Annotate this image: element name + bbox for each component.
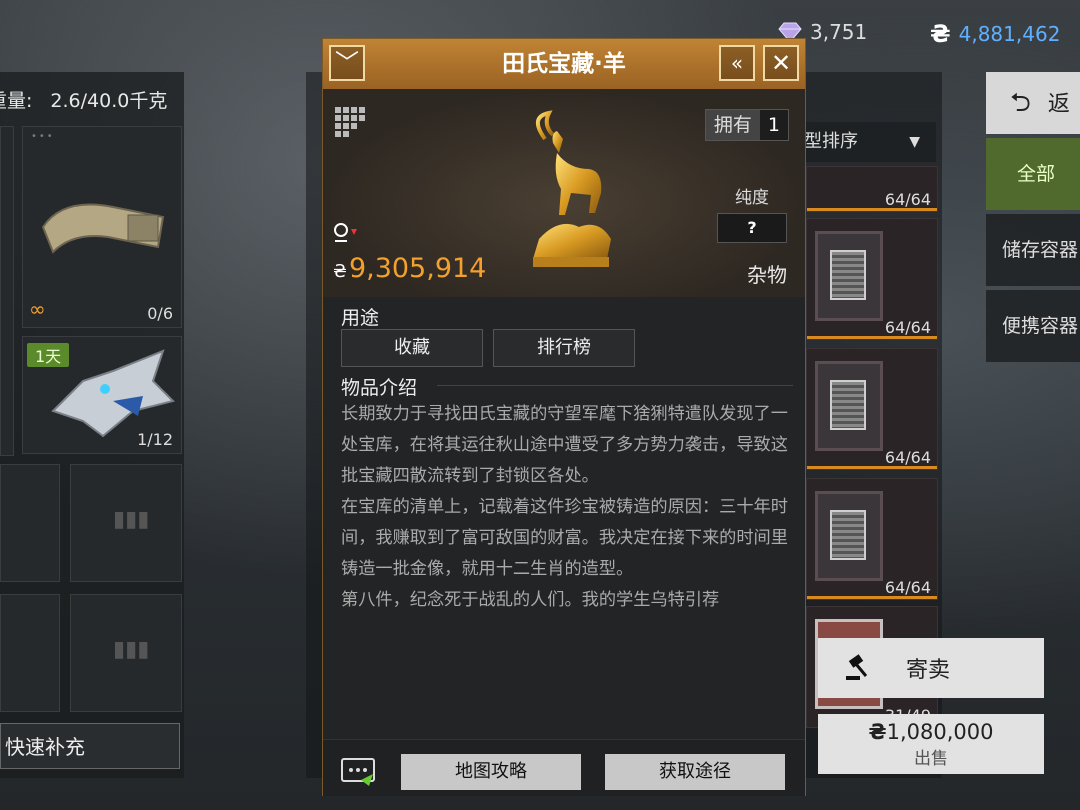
- owned-label: 拥有: [705, 110, 760, 140]
- slot-count: 0/6: [147, 304, 173, 323]
- close-icon: ✕: [770, 49, 792, 77]
- item-price: ₴9,305,914: [333, 253, 486, 284]
- sort-dropdown[interactable]: 按类型排序 ▼: [768, 122, 936, 162]
- owned-count: 拥有 1: [704, 109, 789, 141]
- coin-icon: ₴: [868, 720, 887, 744]
- golden-goat-statue-icon: [533, 110, 611, 267]
- tab-portable-container[interactable]: 便携容器: [986, 290, 1080, 362]
- crate-fill-bar: [807, 596, 937, 599]
- leaderboard-button[interactable]: 排行榜: [493, 329, 635, 367]
- previous-button[interactable]: «: [719, 45, 755, 81]
- item-description: 长期致力于寻找田氏宝藏的守望军麾下猞猁特遣队发现了一处宝库，在将其运往秋山途中遭…: [341, 399, 793, 673]
- sell-amount: ₴1,080,000: [818, 720, 1044, 744]
- intro-divider: [437, 385, 793, 386]
- crate-item[interactable]: 64/64: [806, 218, 938, 340]
- empty-slot[interactable]: [0, 594, 60, 712]
- tab-all[interactable]: 全部: [986, 138, 1080, 210]
- gear-slot-mech[interactable]: 1天 1/12: [22, 336, 182, 454]
- crate-icon: [815, 491, 883, 581]
- ammo-icon: ▮▮▮: [113, 507, 150, 532]
- item-detail-modal: ﹀ 田氏宝藏·羊 « ✕ 拥有 1 纯度 ? 杂物 ₴9,305,914 用途 …: [322, 38, 806, 796]
- consign-button[interactable]: 寄卖: [818, 638, 1044, 698]
- collect-button[interactable]: 收藏: [341, 329, 483, 367]
- tab-storage-container[interactable]: 储存容器: [986, 214, 1080, 286]
- quick-refill-button[interactable]: 快速补充: [0, 723, 180, 769]
- double-chevron-left-icon: «: [730, 51, 744, 75]
- coin-icon: ₴: [930, 20, 951, 48]
- weight-info: 重量: 2.6/40.0千克: [0, 86, 167, 113]
- share-chat-icon[interactable]: [341, 758, 375, 788]
- coin-amount: 4,881,462: [958, 22, 1061, 46]
- crate-icon: [815, 361, 883, 451]
- slot-count: 1/12: [137, 430, 173, 449]
- coin-icon: ₴: [333, 261, 347, 282]
- sell-amount-value: 1,080,000: [886, 720, 994, 744]
- map-guide-button[interactable]: 地图攻略: [401, 754, 581, 790]
- description-paragraph: 长期致力于寻找田氏宝藏的守望军麾下猞猁特遣队发现了一处宝库，在将其运往秋山途中遭…: [341, 404, 788, 486]
- owned-value: 1: [759, 110, 788, 140]
- crate-count: 64/64: [884, 578, 931, 597]
- crate-fill-bar: [807, 336, 937, 339]
- infinity-icon: ∞: [29, 297, 46, 321]
- chevron-down-icon: ▼: [909, 134, 920, 150]
- empty-slot[interactable]: [0, 464, 60, 582]
- purity-value: ?: [717, 213, 787, 243]
- close-button[interactable]: ✕: [763, 45, 799, 81]
- crate-fill-bar: [807, 466, 937, 469]
- crate-icon: [815, 231, 883, 321]
- crate-item[interactable]: 64/64: [806, 478, 938, 600]
- crate-count: 64/64: [884, 318, 931, 337]
- slot-edge: [0, 126, 14, 456]
- sell-button[interactable]: ₴1,080,000 出售: [818, 714, 1044, 774]
- empty-ammo-slot[interactable]: ▮▮▮: [70, 594, 182, 712]
- crate-count: 64/64: [884, 448, 931, 467]
- price-value: 9,305,914: [348, 253, 487, 284]
- coin-currency: ₴ 4,881,462: [930, 20, 1060, 48]
- back-button[interactable]: ⮌ 返: [986, 72, 1080, 134]
- crate-item[interactable]: 64/64: [806, 166, 938, 212]
- price-trend-icon: [334, 223, 357, 242]
- back-label: 返: [1047, 92, 1070, 117]
- empty-ammo-slot[interactable]: ▮▮▮: [70, 464, 182, 582]
- crate-count: 64/64: [884, 190, 931, 209]
- item-category: 杂物: [747, 263, 787, 287]
- gem-amount: 3,751: [810, 20, 868, 44]
- slot-dots: •••: [31, 131, 55, 142]
- ammo-icon: ▮▮▮: [113, 637, 150, 662]
- weight-label: 重量:: [0, 90, 33, 112]
- back-arrow-icon: ⮌: [1010, 88, 1031, 118]
- modal-header: ﹀ 田氏宝藏·羊 « ✕: [323, 39, 805, 89]
- belt-icon: [41, 203, 165, 254]
- acquire-method-button[interactable]: 获取途径: [605, 754, 785, 790]
- usage-title: 用途: [341, 307, 380, 329]
- weight-value: 2.6/40.0千克: [50, 90, 168, 112]
- crate-fill-bar: [807, 208, 937, 211]
- gear-slot-belt[interactable]: ••• ∞ 0/6: [22, 126, 182, 328]
- description-paragraph: 第八件，纪念死于战乱的人们。我的学生乌特引荐: [341, 590, 720, 610]
- mech-dragon-icon: [51, 349, 175, 438]
- description-paragraph: 在宝库的清单上，记载着这件珍宝被铸造的原因：三十年时间，我赚取到了富可敌国的财富…: [341, 497, 788, 579]
- crate-item[interactable]: 64/64: [806, 348, 938, 470]
- purity-label: 纯度: [735, 188, 769, 208]
- grid-size-icon: [335, 107, 365, 137]
- consign-label: 寄卖: [906, 658, 951, 683]
- auction-hammer-icon: [846, 654, 868, 680]
- intro-title: 物品介绍: [341, 377, 418, 399]
- sell-label: 出售: [914, 749, 948, 769]
- modal-footer: 地图攻略 获取途径: [323, 739, 805, 796]
- item-preview: 拥有 1 纯度 ? 杂物 ₴9,305,914: [323, 89, 805, 297]
